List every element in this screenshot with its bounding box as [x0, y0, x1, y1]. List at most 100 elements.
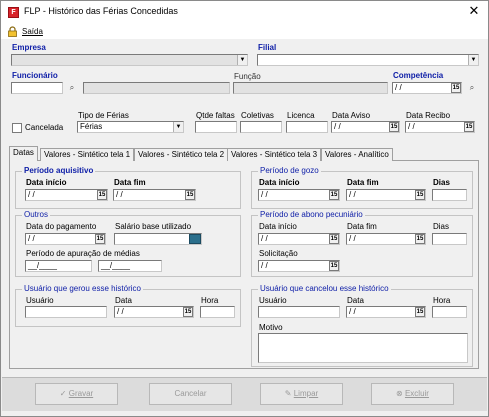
- calendar-icon[interactable]: 15: [329, 190, 339, 200]
- abono-inicio-value: / /: [261, 234, 268, 243]
- gerou-hora-input[interactable]: [200, 306, 235, 318]
- clean-icon: ✎: [284, 389, 292, 398]
- aquisitivo-fim-input[interactable]: / / 15: [113, 189, 196, 201]
- tipo-ferias-label: Tipo de Férias: [78, 111, 129, 120]
- funcionario-label: Funcionário: [12, 71, 58, 80]
- menu-bar: [1, 25, 488, 39]
- gravar-label: Gravar: [68, 389, 94, 398]
- licenca-input[interactable]: [286, 121, 328, 133]
- excluir-button[interactable]: ⊗ Excluir: [371, 383, 454, 405]
- binoculars-icon[interactable]: ⌕: [466, 83, 478, 93]
- data-pagamento-label: Data do pagamento: [26, 222, 97, 231]
- data-recibo-input[interactable]: / / 15: [405, 121, 475, 133]
- data-aviso-input[interactable]: / / 15: [331, 121, 400, 133]
- solicitacao-input[interactable]: / / 15: [258, 260, 340, 272]
- cancelou-hora-label: Hora: [433, 296, 451, 305]
- window-title: FLP - Histórico das Férias Concedidas: [24, 6, 178, 16]
- cancelou-data-input[interactable]: / / 15: [346, 306, 426, 318]
- data-recibo-value: / /: [408, 122, 415, 131]
- apuracao-inicio-value: __/____: [28, 261, 57, 270]
- gerou-usuario-input[interactable]: [25, 306, 107, 318]
- cancelou-hora-input[interactable]: [432, 306, 467, 318]
- close-icon[interactable]: ✕: [466, 3, 482, 19]
- calendar-icon[interactable]: 15: [183, 307, 193, 317]
- cancelou-usuario-input[interactable]: [258, 306, 340, 318]
- gozo-fim-input[interactable]: / / 15: [346, 189, 426, 201]
- tab-sintetico-2[interactable]: Valores - Sintético tela 2: [134, 148, 229, 161]
- check-icon: ✓: [59, 389, 67, 398]
- abono-fim-label: Data fim: [347, 222, 377, 231]
- tipo-ferias-select[interactable]: Férias ▼: [77, 121, 184, 133]
- aquisitivo-fim-label: Data fim: [114, 178, 146, 187]
- abono-inicio-label: Data início: [259, 222, 297, 231]
- binoculars-icon[interactable]: ⌕: [66, 83, 78, 93]
- cancelar-button[interactable]: Cancelar: [149, 383, 232, 405]
- calendar-icon[interactable]: 15: [464, 122, 474, 132]
- gravar-button[interactable]: ✓ Gravar: [35, 383, 118, 405]
- gerou-data-label: Data: [115, 296, 132, 305]
- chevron-down-icon[interactable]: ▼: [468, 55, 478, 65]
- tab-analitico[interactable]: Valores - Analítico: [321, 148, 393, 161]
- competencia-label: Competência: [393, 71, 444, 80]
- coletivas-label: Coletivas: [241, 111, 274, 120]
- abono-fim-input[interactable]: / / 15: [346, 233, 426, 245]
- calendar-icon[interactable]: 15: [451, 83, 461, 93]
- gerou-data-value: / /: [117, 307, 124, 316]
- funcao-field: [233, 82, 388, 94]
- gozo-dias-input[interactable]: [432, 189, 467, 201]
- funcionario-name-field: [83, 82, 230, 94]
- data-aviso-value: / /: [334, 122, 341, 131]
- apuracao-inicio-input[interactable]: __/____: [25, 260, 92, 272]
- apuracao-fim-input[interactable]: __/____: [98, 260, 162, 272]
- outros-title: Outros: [22, 210, 51, 219]
- empresa-select[interactable]: ▼: [11, 54, 248, 66]
- funcao-label: Função: [234, 72, 261, 81]
- qtde-faltas-label: Qtde faltas: [196, 111, 235, 120]
- filial-label: Filial: [258, 43, 277, 52]
- abono-title: Período de abono pecuniário: [258, 210, 365, 219]
- tab-sintetico-1[interactable]: Valores - Sintético tela 1: [40, 148, 135, 161]
- calendar-icon[interactable]: 15: [389, 122, 399, 132]
- competencia-value: / /: [395, 83, 402, 92]
- coletivas-input[interactable]: [240, 121, 282, 133]
- aquisitivo-inicio-input[interactable]: / / 15: [25, 189, 108, 201]
- apuracao-fim-value: __/____: [101, 261, 130, 270]
- calendar-icon[interactable]: 15: [97, 190, 107, 200]
- gozo-inicio-input[interactable]: / / 15: [258, 189, 340, 201]
- excluir-label: Excluir: [404, 389, 429, 398]
- limpar-button[interactable]: ✎ Limpar: [260, 383, 343, 405]
- data-pagamento-input[interactable]: / / 15: [25, 233, 106, 245]
- filial-select[interactable]: ▼: [257, 54, 479, 66]
- abono-inicio-input[interactable]: / / 15: [258, 233, 340, 245]
- cancelou-data-value: / /: [349, 307, 356, 316]
- tab-datas[interactable]: Datas: [9, 146, 38, 161]
- calendar-icon[interactable]: 15: [95, 234, 105, 244]
- chevron-down-icon[interactable]: ▼: [237, 55, 247, 65]
- licenca-label: Licenca: [287, 111, 315, 120]
- motivo-textarea[interactable]: [258, 333, 468, 363]
- qtde-faltas-input[interactable]: [195, 121, 237, 133]
- calendar-icon[interactable]: 15: [329, 261, 339, 271]
- calendar-icon[interactable]: 15: [329, 234, 339, 244]
- calculator-icon[interactable]: [189, 234, 201, 244]
- competencia-input[interactable]: / / 15: [392, 82, 462, 94]
- cancelar-label: Cancelar: [174, 389, 207, 398]
- calendar-icon[interactable]: 15: [415, 307, 425, 317]
- abono-dias-label: Dias: [433, 222, 450, 231]
- gozo-inicio-label: Data início: [259, 178, 300, 187]
- cancelada-checkbox[interactable]: [12, 123, 22, 133]
- funcionario-code-input[interactable]: [11, 82, 63, 94]
- calendar-icon[interactable]: 15: [415, 234, 425, 244]
- aquisitivo-inicio-label: Data início: [26, 178, 67, 187]
- tab-sintetico-3[interactable]: Valores - Sintético tela 3: [227, 148, 322, 161]
- usuario-cancelou-title: Usuário que cancelou esse histórico: [258, 284, 391, 293]
- abono-dias-input[interactable]: [432, 233, 467, 245]
- menu-saida[interactable]: Saída: [22, 27, 43, 36]
- salario-base-input[interactable]: [114, 233, 202, 245]
- gerou-data-input[interactable]: / / 15: [114, 306, 194, 318]
- chevron-down-icon[interactable]: ▼: [173, 122, 183, 132]
- aquisitivo-fim-value: / /: [116, 190, 123, 199]
- calendar-icon[interactable]: 15: [415, 190, 425, 200]
- periodo-aquisitivo-title: Período aquisitivo: [22, 166, 96, 175]
- calendar-icon[interactable]: 15: [185, 190, 195, 200]
